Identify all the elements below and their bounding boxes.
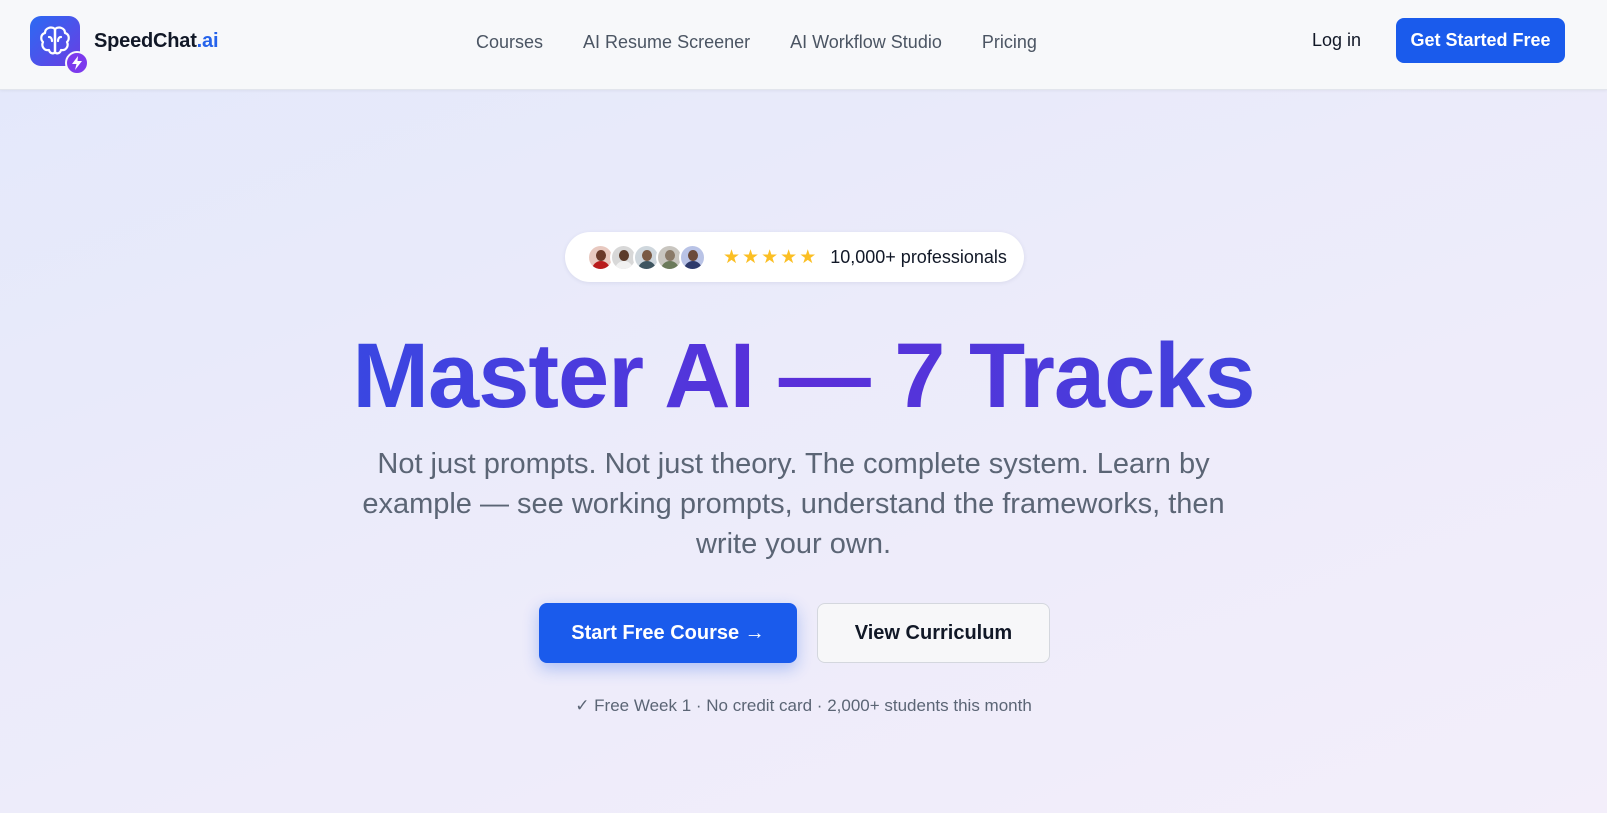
main-nav: Courses AI Resume Screener AI Workflow S…: [476, 0, 1037, 84]
trust-note: ✓ Free Week 1 · No credit card · 2,000+ …: [575, 696, 1032, 715]
nav-ai-resume-screener[interactable]: AI Resume Screener: [583, 32, 750, 53]
star-icon: ★: [761, 246, 779, 268]
social-proof-text: 10,000+ professionals: [830, 246, 1007, 267]
star-icon: ★: [780, 246, 798, 268]
site-header: SpeedChat.ai Courses AI Resume Screener …: [0, 0, 1607, 90]
view-curriculum-button[interactable]: View Curriculum: [817, 603, 1050, 663]
star-icon: ★: [742, 246, 760, 268]
nav-courses[interactable]: Courses: [476, 32, 543, 53]
get-started-free-button[interactable]: Get Started Free: [1396, 18, 1565, 63]
star-rating: ★ ★ ★ ★ ★: [723, 248, 816, 267]
avatar: [679, 243, 706, 271]
login-link[interactable]: Log in: [1312, 30, 1361, 51]
lightning-bolt-icon: [65, 51, 89, 75]
start-free-course-button[interactable]: Start Free Course →: [539, 603, 797, 663]
nav-ai-workflow-studio[interactable]: AI Workflow Studio: [790, 32, 942, 53]
social-proof-badge: ★ ★ ★ ★ ★ 10,000+ professionals: [565, 232, 1024, 282]
brain-logo-icon: [30, 16, 89, 75]
star-icon: ★: [799, 246, 817, 268]
brand-name: SpeedChat.ai: [94, 29, 219, 52]
avatar-group: [587, 243, 706, 271]
hero-subtitle: Not just prompts. Not just theory. The c…: [362, 448, 1225, 560]
logo-link[interactable]: SpeedChat.ai: [30, 16, 219, 75]
hero-headline: Master AI — 7 Tracks: [0, 325, 1607, 427]
nav-pricing[interactable]: Pricing: [982, 32, 1037, 53]
star-icon: ★: [723, 246, 741, 268]
